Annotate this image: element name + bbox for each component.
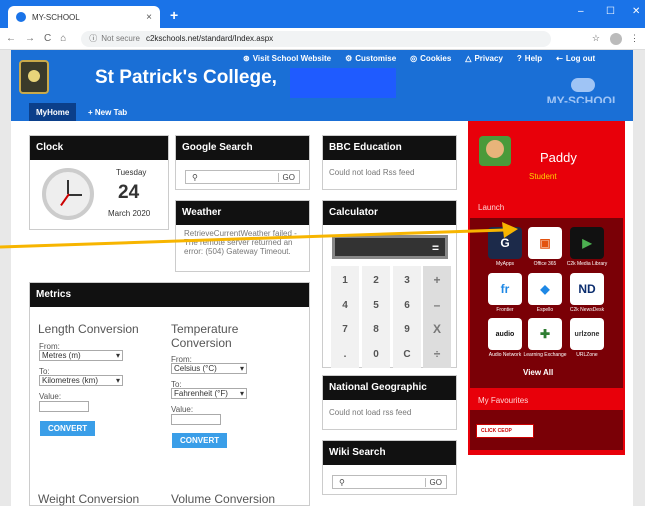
annotation-arrow (0, 222, 518, 249)
arrow-line (0, 228, 506, 249)
arrow-head (502, 222, 518, 238)
